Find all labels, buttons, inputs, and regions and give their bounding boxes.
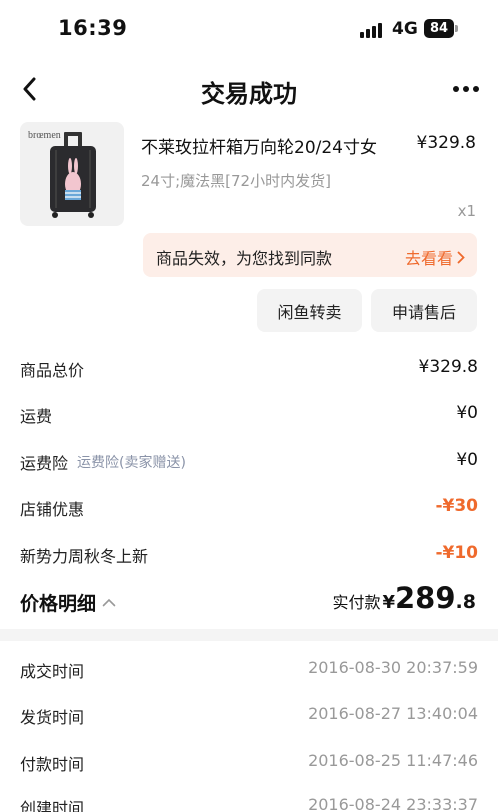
- info-label: 付款时间: [20, 755, 85, 774]
- info-row-deal-time: 成交时间 2016-08-30 20:37:59: [20, 654, 478, 684]
- row-value: ¥329.8: [418, 357, 478, 377]
- info-row-pay-time: 付款时间 2016-08-25 11:47:46: [20, 747, 478, 777]
- product-quantity: x1: [457, 202, 476, 220]
- chevron-left-icon: [23, 77, 36, 101]
- find-similar-link[interactable]: 去看看: [405, 245, 465, 269]
- info-value: 2016-08-27 13:40:04: [308, 704, 478, 723]
- battery-icon: 84: [424, 19, 454, 38]
- row-value: -¥10: [435, 543, 478, 563]
- more-dot-icon: [453, 86, 459, 92]
- row-label: 运费: [20, 407, 53, 426]
- page-title: 交易成功: [201, 80, 297, 108]
- price-row-store-discount: 店铺优惠 -¥30: [20, 492, 478, 522]
- more-dot-icon: [473, 86, 479, 92]
- info-value: 2016-08-24 23:33:37: [308, 795, 478, 812]
- row-value: ¥0: [456, 450, 478, 470]
- price-row-shipping: 运费 ¥0: [20, 399, 478, 429]
- row-sublabel: 运费险(卖家赠送): [77, 455, 186, 471]
- row-label: 运费险: [20, 454, 69, 473]
- product-price: ¥329.8: [416, 133, 476, 153]
- info-label: 成交时间: [20, 662, 85, 681]
- row-label: 商品总价: [20, 361, 85, 380]
- info-label: 创建时间: [20, 799, 85, 812]
- product-image[interactable]: brœmen: [20, 122, 124, 226]
- price-detail-title: 价格明细: [20, 593, 97, 615]
- paid-amount: 实付款 ¥ 289 .8: [332, 581, 476, 615]
- info-value: 2016-08-25 11:47:46: [308, 751, 478, 770]
- chevron-right-icon: [457, 251, 465, 263]
- status-time: 16:39: [58, 16, 128, 40]
- invalid-notice-banner[interactable]: 商品失效，为您找到同款 去看看: [143, 233, 477, 277]
- invalid-notice-text: 商品失效，为您找到同款: [156, 249, 333, 268]
- more-button[interactable]: [446, 74, 486, 104]
- nav-bar: 交易成功: [0, 62, 498, 118]
- product-spec: 24寸;魔法黑[72小时内发货]: [141, 172, 331, 190]
- network-type: 4G: [392, 19, 418, 39]
- battery-cap: [455, 25, 458, 32]
- price-row-total: 商品总价 ¥329.8: [20, 353, 478, 383]
- row-label: 新势力周秋冬上新: [20, 547, 149, 566]
- status-bar: 16:39 4G 84: [0, 0, 498, 60]
- back-button[interactable]: [14, 74, 44, 104]
- more-dot-icon: [463, 86, 469, 92]
- resell-button[interactable]: 闲鱼转卖: [257, 289, 362, 332]
- row-value: -¥30: [435, 496, 478, 516]
- price-row-shipping-insurance: 运费险 运费险(卖家赠送) ¥0: [20, 446, 478, 476]
- price-row-promo-discount: 新势力周秋冬上新 -¥10: [20, 539, 478, 569]
- signal-icon: [360, 22, 384, 38]
- section-divider: [0, 629, 498, 641]
- paid-label: 实付款: [332, 593, 381, 612]
- chevron-up-icon: [102, 598, 116, 607]
- price-detail-toggle[interactable]: 价格明细: [20, 589, 116, 616]
- info-value: 2016-08-30 20:37:59: [308, 658, 478, 677]
- paid-currency: ¥: [382, 592, 395, 613]
- info-row-ship-time: 发货时间 2016-08-27 13:40:04: [20, 700, 478, 730]
- row-value: ¥0: [456, 403, 478, 423]
- product-title[interactable]: 不莱玫拉杆箱万向轮20/24寸女: [141, 133, 377, 158]
- after-sale-button[interactable]: 申请售后: [371, 289, 477, 332]
- paid-integer: 289: [395, 581, 456, 615]
- info-row-create-time: 创建时间 2016-08-24 23:33:37: [20, 791, 478, 812]
- find-similar-label: 去看看: [404, 249, 453, 268]
- info-label: 发货时间: [20, 708, 85, 727]
- row-label: 店铺优惠: [20, 500, 85, 519]
- suitcase-icon: [50, 132, 96, 218]
- paid-decimal: .8: [455, 591, 476, 613]
